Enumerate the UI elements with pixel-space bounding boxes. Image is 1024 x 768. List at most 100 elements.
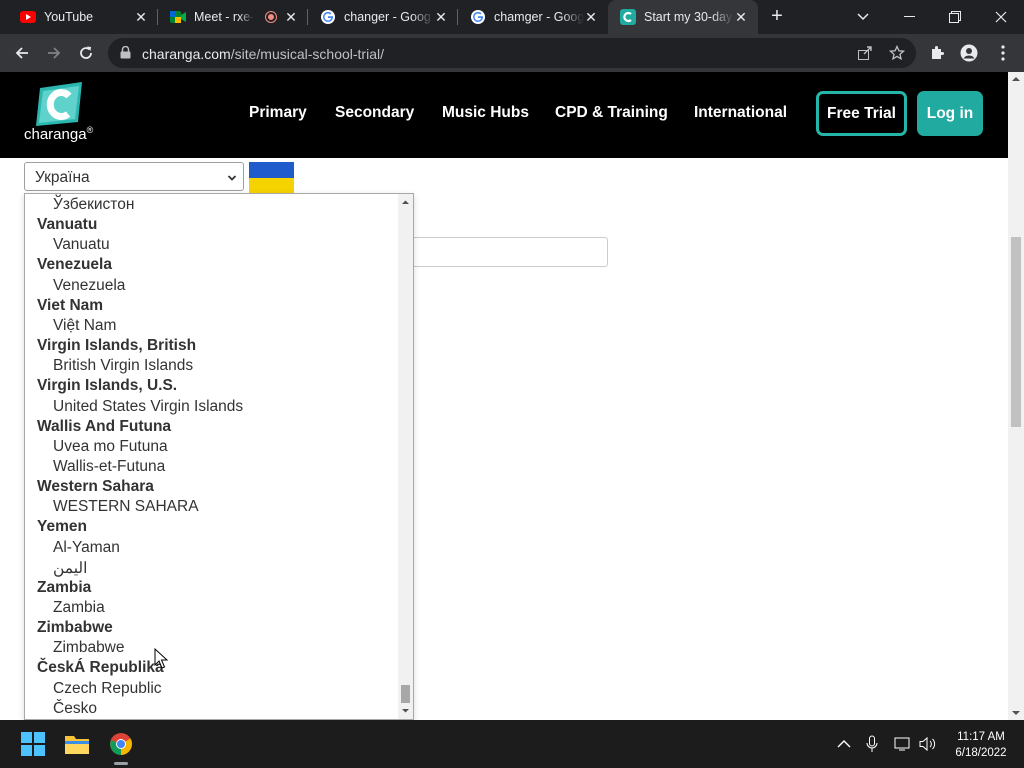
tab-youtube[interactable]: YouTube ✕ xyxy=(8,0,158,34)
nav-primary[interactable]: Primary xyxy=(249,104,307,122)
login-button[interactable]: Log in xyxy=(917,91,983,136)
option-group-label: ČeskÁ Republika xyxy=(37,659,164,677)
close-icon[interactable]: ✕ xyxy=(734,10,748,24)
tab-title: Start my 30-day xyxy=(644,10,733,24)
option-group-label: Viet Nam xyxy=(37,296,104,314)
google-icon xyxy=(470,9,486,25)
page-scrollbar[interactable] xyxy=(1008,72,1024,720)
meet-icon xyxy=(170,9,186,25)
option-group-label: Venezuela xyxy=(37,256,112,274)
web-page: charanga® Primary Secondary Music Hubs C… xyxy=(0,72,1008,720)
network-icon[interactable] xyxy=(893,734,913,754)
menu-kebab-icon[interactable] xyxy=(994,44,1012,62)
tab-google-changer[interactable]: changer - Goog ✕ xyxy=(308,0,458,34)
dropdown-option[interactable]: Zimbabwe xyxy=(53,639,125,657)
nav-secondary[interactable]: Secondary xyxy=(335,104,414,122)
recording-icon xyxy=(266,12,276,22)
dropdown-scroll-thumb[interactable] xyxy=(401,685,410,703)
minimize-button[interactable] xyxy=(886,0,932,34)
chevron-up-icon[interactable] xyxy=(834,734,854,754)
option-group-label: Virgin Islands, British xyxy=(37,337,197,355)
charanga-icon xyxy=(620,9,636,25)
close-icon[interactable]: ✕ xyxy=(284,10,298,24)
url-text: charanga.com/site/musical-school-trial/ xyxy=(142,46,384,62)
dropdown-option[interactable]: Al-Yaman xyxy=(53,539,120,557)
close-icon[interactable]: ✕ xyxy=(134,10,148,24)
ukraine-flag-icon xyxy=(249,162,294,194)
dropdown-option[interactable]: Venezuela xyxy=(53,277,125,295)
tab-search-icon[interactable] xyxy=(840,0,886,34)
tab-title: YouTube xyxy=(44,10,94,24)
close-icon[interactable]: ✕ xyxy=(434,10,448,24)
windows-taskbar: 11:17 AM 6/18/2022 xyxy=(0,720,1024,768)
page-scroll-thumb[interactable] xyxy=(1011,237,1021,427)
chrome-icon[interactable] xyxy=(107,730,135,758)
scroll-down-icon[interactable] xyxy=(401,706,410,715)
browser-tab-bar: YouTube ✕ Meet - rxe- ✕ changer - Goog ✕… xyxy=(0,0,1024,34)
new-tab-button[interactable]: + xyxy=(766,6,788,28)
logo-text: charanga® xyxy=(24,125,94,143)
dropdown-option[interactable]: اليمن xyxy=(53,559,87,578)
option-group-label: Yemen xyxy=(37,518,87,536)
option-group-label: Wallis And Futuna xyxy=(37,417,172,435)
country-select[interactable]: Україна xyxy=(24,162,244,191)
country-select-value: Україна xyxy=(35,169,90,186)
tab-title: changer - Goog xyxy=(344,10,431,24)
clock-time: 11:17 AM xyxy=(957,731,1005,743)
tab-charanga-active[interactable]: Start my 30-day ✕ xyxy=(608,0,758,34)
free-trial-button[interactable]: Free Trial xyxy=(816,91,907,136)
dropdown-option[interactable]: Zambia xyxy=(53,599,105,617)
microphone-icon[interactable] xyxy=(862,734,882,754)
back-button[interactable] xyxy=(10,41,34,65)
nav-international[interactable]: International xyxy=(694,104,787,122)
tab-meet[interactable]: Meet - rxe- ✕ xyxy=(158,0,308,34)
close-icon[interactable]: ✕ xyxy=(584,10,598,24)
address-bar[interactable]: charanga.com/site/musical-school-trial/ xyxy=(108,38,916,68)
lock-icon[interactable] xyxy=(120,45,131,64)
option-group-label: Western Sahara xyxy=(37,478,154,496)
tab-title: Meet - rxe- xyxy=(194,10,254,24)
scroll-up-icon[interactable] xyxy=(1011,75,1021,83)
extensions-icon[interactable] xyxy=(928,44,946,62)
youtube-icon xyxy=(20,9,36,25)
profile-icon[interactable] xyxy=(960,44,978,62)
option-group-label: Vanuatu xyxy=(37,216,98,234)
scroll-down-icon[interactable] xyxy=(1011,709,1021,717)
scroll-up-icon[interactable] xyxy=(401,198,410,207)
file-explorer-icon[interactable] xyxy=(63,730,91,758)
close-window-button[interactable] xyxy=(978,0,1024,34)
nav-cpd-training[interactable]: CPD & Training xyxy=(555,104,668,122)
dropdown-option[interactable]: Vanuatu xyxy=(53,236,110,254)
site-header: charanga® Primary Secondary Music Hubs C… xyxy=(0,72,1008,158)
dropdown-option[interactable]: Wallis-et-Futuna xyxy=(53,458,165,476)
text-input-field[interactable] xyxy=(410,237,608,267)
browser-toolbar: charanga.com/site/musical-school-trial/ xyxy=(0,34,1024,72)
google-icon xyxy=(320,9,336,25)
dropdown-option[interactable]: United States Virgin Islands xyxy=(53,398,243,416)
taskbar-clock[interactable]: 11:17 AM 6/18/2022 xyxy=(946,729,1016,761)
share-icon[interactable] xyxy=(856,44,874,62)
bookmark-star-icon[interactable] xyxy=(888,44,906,62)
dropdown-option[interactable]: Ўзбекистон xyxy=(53,196,134,214)
reload-button[interactable] xyxy=(74,41,98,65)
forward-button[interactable] xyxy=(42,41,66,65)
nav-music-hubs[interactable]: Music Hubs xyxy=(442,104,529,122)
mouse-cursor-icon xyxy=(154,648,168,669)
tab-google-chamger[interactable]: chamger - Goog ✕ xyxy=(458,0,608,34)
restore-button[interactable] xyxy=(932,0,978,34)
country-dropdown-list[interactable]: Ўзбекистон Vanuatu Vanuatu Venezuela Venezue… xyxy=(24,193,414,720)
dropdown-option[interactable]: Czech Republic xyxy=(53,680,162,698)
dropdown-option[interactable]: British Virgin Islands xyxy=(53,357,193,375)
dropdown-scrollbar[interactable] xyxy=(398,194,413,719)
dropdown-option[interactable]: WESTERN SAHARA xyxy=(53,498,199,516)
chevron-down-icon xyxy=(227,171,237,189)
clock-date: 6/18/2022 xyxy=(955,747,1007,759)
dropdown-option[interactable]: Việt Nam xyxy=(53,317,116,335)
dropdown-option[interactable]: Uvea mo Futuna xyxy=(53,438,168,456)
tab-title: chamger - Goog xyxy=(494,10,584,24)
option-group-label: Zimbabwe xyxy=(37,619,113,637)
dropdown-option[interactable]: Česko xyxy=(53,700,97,718)
volume-icon[interactable] xyxy=(918,734,938,754)
windows-start-icon[interactable] xyxy=(19,730,47,758)
option-group-label: Virgin Islands, U.S. xyxy=(37,377,178,395)
